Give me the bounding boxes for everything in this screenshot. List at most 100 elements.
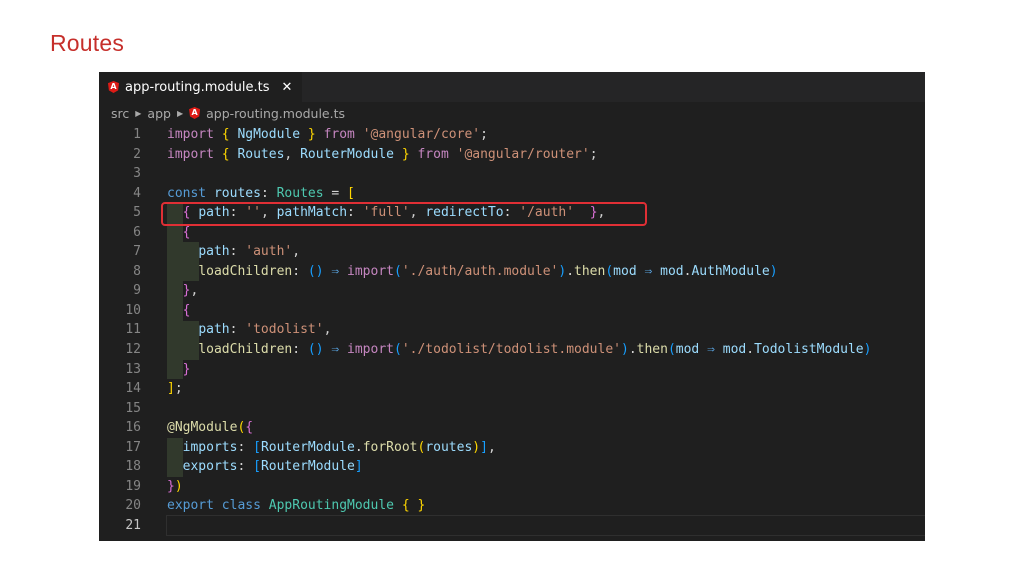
code-token: { <box>221 127 238 142</box>
code-line[interactable]: 15 <box>99 399 925 419</box>
code-token: Routes <box>276 185 332 201</box>
line-number: 7 <box>133 244 141 260</box>
code-line[interactable]: 12 loadChildren: () ⇒ import('./todolist… <box>99 340 925 360</box>
code-token: , <box>190 283 199 299</box>
code-line[interactable]: 6 { <box>99 223 925 243</box>
code-token: then <box>636 342 668 358</box>
code-token: : <box>292 342 308 358</box>
line-number: 14 <box>125 381 141 397</box>
code-line[interactable]: 11 path: 'todolist', <box>99 320 925 340</box>
code-line[interactable]: 4 const routes: Routes = [ <box>99 184 925 204</box>
line-content: export class AppRoutingModule { } <box>167 496 925 516</box>
close-icon[interactable]: ✕ <box>281 80 292 95</box>
code-line[interactable]: 9 }, <box>99 281 925 301</box>
code-token: mod <box>613 263 645 279</box>
breadcrumb-item-file[interactable]: app-routing.module.ts <box>206 106 345 121</box>
line-number: 3 <box>133 166 141 182</box>
code-token: from <box>323 127 363 142</box>
code-line[interactable]: 16 @NgModule({ <box>99 418 925 438</box>
code-token: . <box>628 342 637 358</box>
code-token: import <box>167 146 222 162</box>
code-token: . <box>566 263 575 279</box>
code-token: routes <box>425 439 473 455</box>
code-token: , <box>260 205 277 221</box>
code-line[interactable]: 14]; <box>99 379 925 399</box>
code-token: ; <box>174 381 183 397</box>
code-line[interactable]: 17 imports: [RouterModule.forRoot(routes… <box>99 438 925 458</box>
line-content: { path: '', pathMatch: 'full', redirectT… <box>167 203 925 223</box>
code-token: } <box>167 478 175 494</box>
tab-app-routing-module[interactable]: app-routing.module.ts ✕ <box>99 72 303 102</box>
line-number: 8 <box>133 263 141 279</box>
line-content <box>166 514 925 537</box>
code-line[interactable]: 3 <box>99 164 925 184</box>
code-area[interactable]: 1 import { NgModule } from '@angular/core… <box>99 125 925 537</box>
code-token: , <box>284 146 301 162</box>
code-token: then <box>574 263 606 279</box>
code-token: } <box>182 361 191 377</box>
chevron-right-icon: ▶ <box>176 108 184 118</box>
line-content <box>167 399 925 419</box>
tab-label: app-routing.module.ts <box>125 79 270 95</box>
code-token: 'todolist' <box>245 322 324 338</box>
line-number: 19 <box>125 478 141 494</box>
code-token: './todolist/todolist.module' <box>401 342 621 358</box>
code-token: pathMatch <box>276 205 348 221</box>
code-token: imports <box>182 439 238 455</box>
breadcrumb: src ▶ app ▶ app-routing.module.ts <box>99 102 925 124</box>
code-line[interactable]: 18 exports: [RouterModule] <box>99 457 925 477</box>
code-line[interactable]: 19}) <box>99 477 925 497</box>
chevron-right-icon: ▶ <box>135 108 142 118</box>
code-editor[interactable]: app-routing.module.ts ✕ src ▶ app ▶ app-… <box>99 72 925 541</box>
line-number: 17 <box>125 439 141 455</box>
code-line[interactable]: 21 <box>99 514 925 537</box>
code-token: , <box>597 205 606 221</box>
code-token: , <box>409 205 426 221</box>
code-token: class <box>221 498 269 514</box>
code-line[interactable]: 8 loadChildren: () ⇒ import('./auth/auth… <box>99 262 925 282</box>
line-content: loadChildren: () ⇒ import('./todolist/to… <box>167 340 925 360</box>
code-line[interactable]: 13 } <box>99 360 925 380</box>
code-token: ) <box>620 342 629 358</box>
breadcrumb-item-app[interactable]: app <box>147 106 171 121</box>
code-token: '@angular/core' <box>362 127 481 142</box>
code-line[interactable]: 1 import { NgModule } from '@angular/core… <box>99 125 925 145</box>
code-token: './auth/auth.module' <box>401 263 559 279</box>
code-token: } <box>417 498 426 514</box>
code-token: ⇒ <box>707 342 723 358</box>
code-token: ) <box>769 263 778 279</box>
code-token: '' <box>245 205 261 221</box>
line-number: 16 <box>125 420 141 436</box>
code-token: : <box>260 185 277 201</box>
line-number: 10 <box>125 302 141 318</box>
line-content: }, <box>167 281 925 301</box>
code-line[interactable]: 2 import { Routes, RouterModule } from '@… <box>99 145 925 165</box>
line-content: path: 'todolist', <box>167 320 925 340</box>
code-token: ( <box>394 342 402 358</box>
code-token: ; <box>480 127 488 142</box>
code-token: from <box>417 146 457 162</box>
line-number: 1 <box>133 127 141 142</box>
line-number: 4 <box>133 185 141 201</box>
code-token: 'full' <box>362 205 410 221</box>
code-token: [ <box>347 185 355 201</box>
code-line[interactable]: 10 { <box>99 301 925 321</box>
code-line[interactable]: 20 export class AppRoutingModule { } <box>99 496 925 516</box>
code-token: ) <box>174 478 183 494</box>
code-token: . <box>354 439 363 455</box>
code-line[interactable]: 7 path: 'auth', <box>99 242 925 262</box>
code-token: '@angular/router' <box>456 146 590 162</box>
line-content: @NgModule({ <box>167 418 925 438</box>
code-token: . <box>746 342 755 358</box>
code-token: : <box>229 244 246 260</box>
breadcrumb-item-src[interactable]: src <box>111 106 129 121</box>
code-line[interactable]: 5 { path: '', pathMatch: 'full', redirec… <box>99 203 925 223</box>
code-token: : <box>503 205 520 221</box>
code-token: RouterModule <box>260 459 355 475</box>
